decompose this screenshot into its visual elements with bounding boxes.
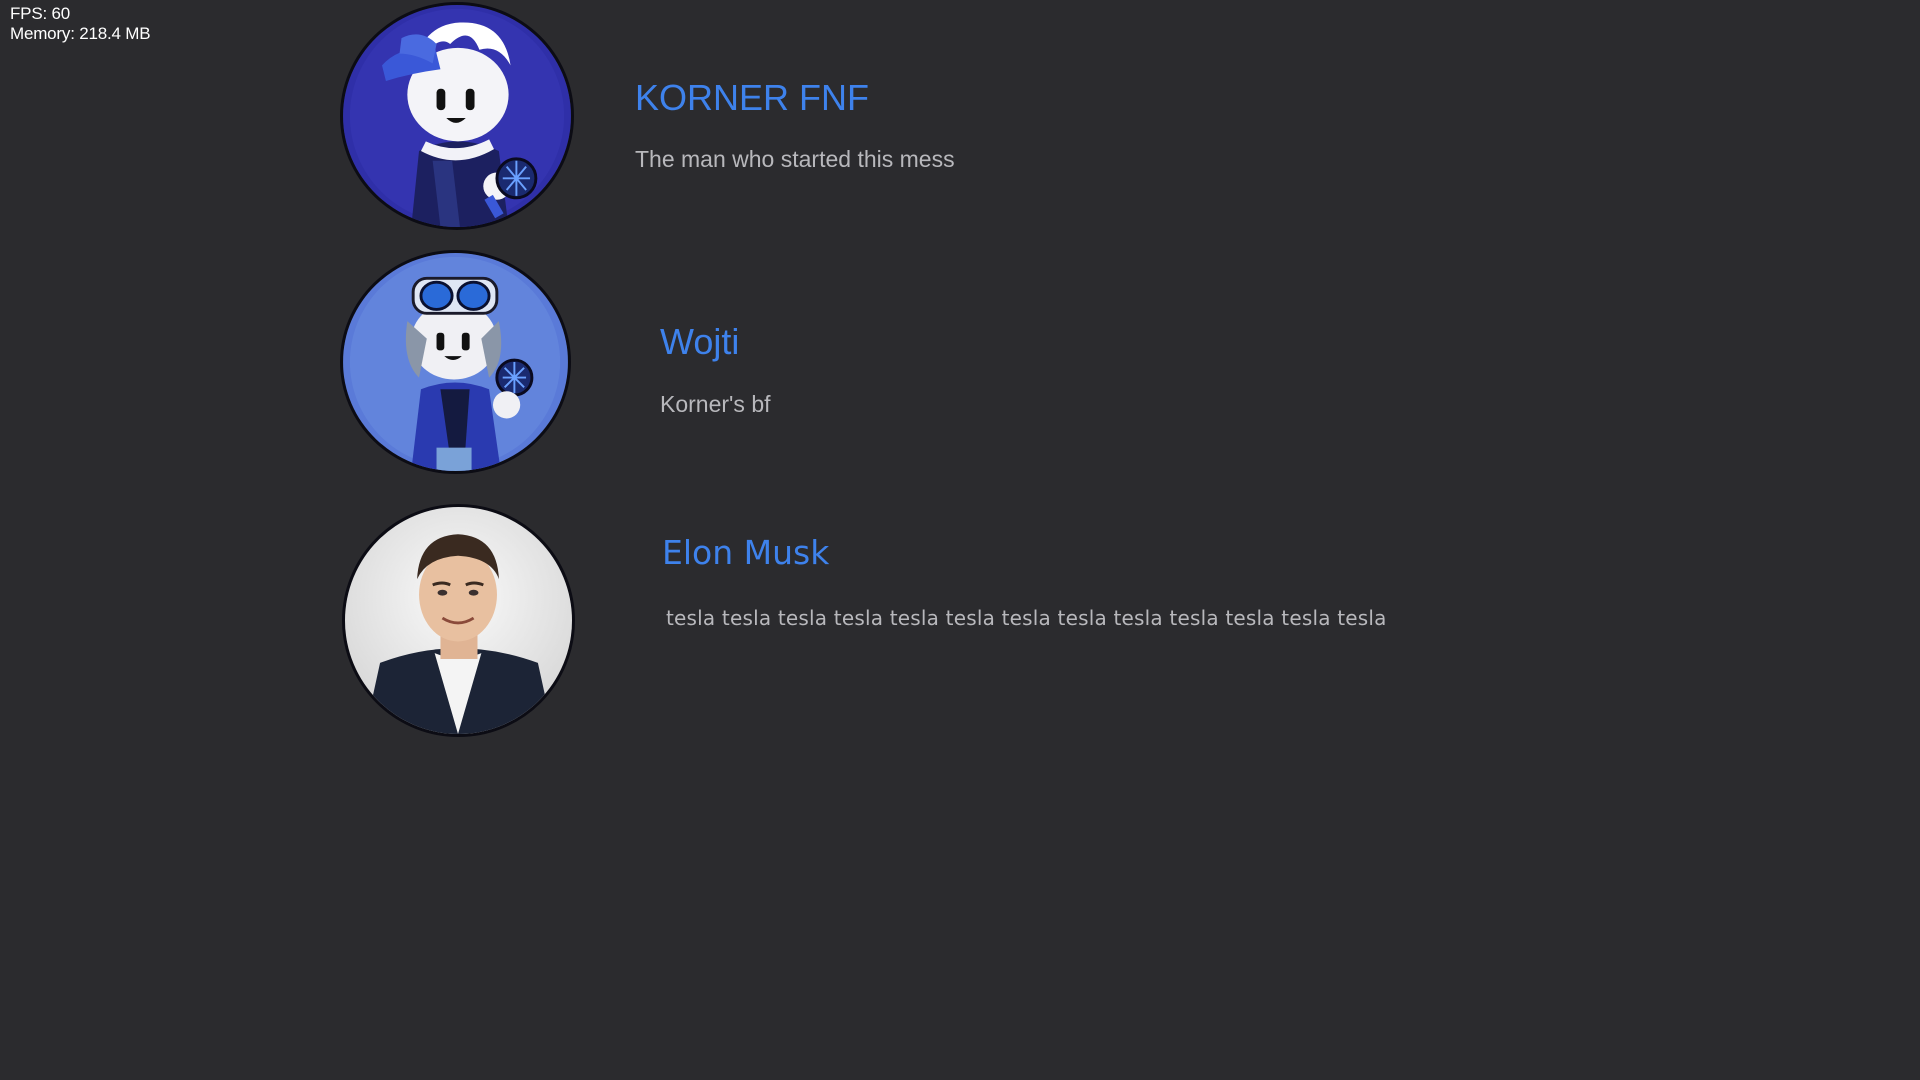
credit-name: Wojti <box>660 321 740 362</box>
credit-description: Korner's bf <box>660 391 771 417</box>
elon-musk-photo-icon <box>342 504 575 737</box>
wojti-character-icon <box>340 250 571 474</box>
korner-character-icon <box>340 2 574 230</box>
credit-name: Elon Musk <box>662 533 830 572</box>
credit-name: KORNER FNF <box>635 77 869 118</box>
credit-description: tesla tesla tesla tesla tesla tesla tesl… <box>666 606 1387 630</box>
credits-screen: FPS: 60 Memory: 218.4 MB KORNER FNF The … <box>0 0 1920 1080</box>
fps-counter: FPS: 60 <box>10 4 71 23</box>
debug-overlay: FPS: 60 Memory: 218.4 MB <box>10 4 151 44</box>
credit-description: The man who started this mess <box>635 146 955 172</box>
memory-counter: Memory: 218.4 MB <box>10 24 151 43</box>
